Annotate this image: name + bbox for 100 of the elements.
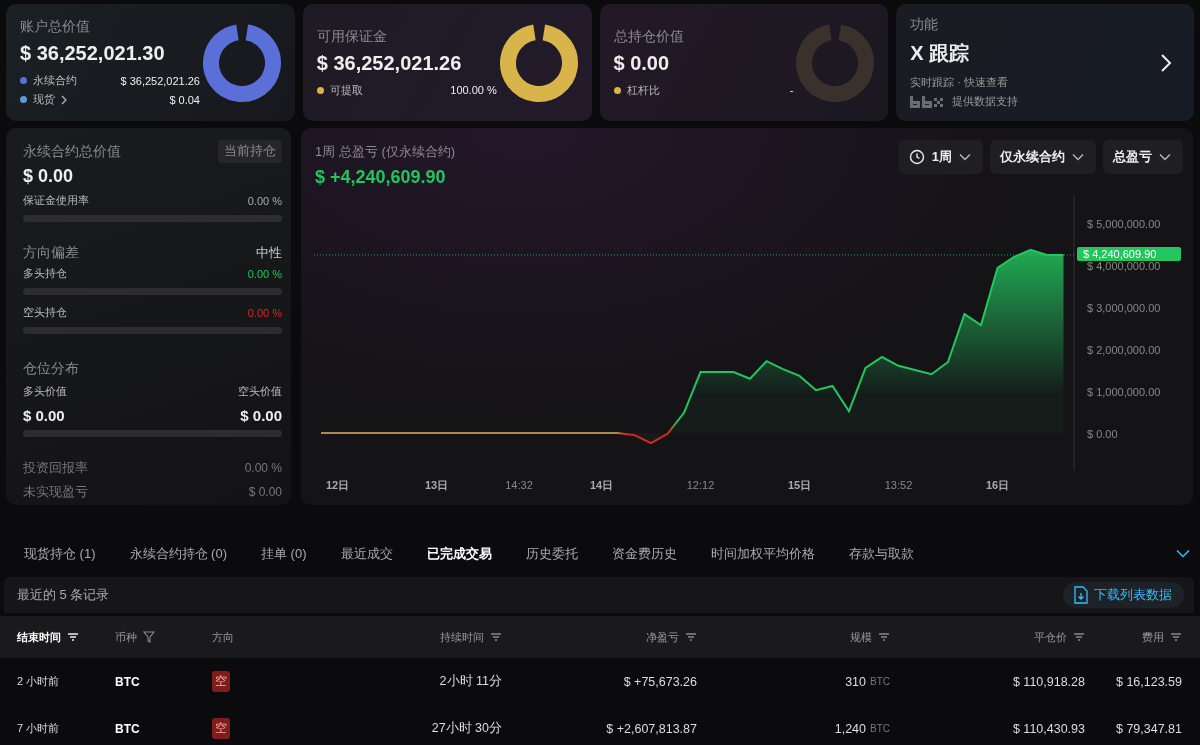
legend-label: 可提取 (329, 82, 363, 98)
bias-value: 中性 (256, 244, 282, 262)
table-cell-text: $ 16,123.59 (1114, 674, 1182, 689)
x-axis-label: 12:12 (686, 479, 715, 491)
tab[interactable]: 历史委托 (508, 544, 595, 563)
card-value: $ 36,252,021.30 (20, 42, 166, 65)
legend-label[interactable]: 现货 (33, 92, 55, 107)
column-header[interactable]: 平仓价 (1034, 629, 1067, 645)
caret-icon (1072, 153, 1084, 161)
column-header[interactable]: 净盈亏 (646, 629, 679, 645)
card-value: $ 36,252,021.26 (316, 51, 463, 75)
metric-label: 空头价值 (238, 384, 282, 399)
download-button[interactable]: 下载列表数据 (1063, 582, 1184, 608)
table-cell-text: BTC (115, 721, 141, 736)
x-axis-label: 15日 (787, 479, 812, 491)
table-cell-text: $ 110,918.28 (1011, 674, 1085, 689)
legend-value: - (789, 84, 794, 96)
table-cell-text: $ +2,607,813.87 (605, 721, 697, 736)
download-icon (1073, 586, 1089, 604)
column-header[interactable]: 规模 (850, 629, 872, 645)
feature-subtitle: 实时跟踪 · 快速查看 (910, 75, 1010, 90)
x-axis-label: 13日 (424, 479, 449, 491)
metric-value: $ 0.00 (248, 485, 282, 499)
table-cell: 1,240 (834, 721, 866, 736)
value-tag: $ 4,240,609.90 (1077, 246, 1181, 261)
column-header[interactable]: 结束时间 (17, 629, 61, 645)
metric-label: 多头持仓 (23, 266, 67, 281)
caret-icon (1159, 153, 1171, 161)
tab[interactable]: 永续合约持仓 (0) (112, 544, 244, 563)
filter-dropdown[interactable]: 1周 (898, 140, 983, 174)
metric-label: 保证金使用率 (23, 193, 89, 208)
caret-icon (959, 153, 971, 161)
x-axis-label: 12日 (325, 479, 350, 491)
y-axis-label: $ 1,000,000.00 (1087, 386, 1161, 398)
metric-value: 0.00 % (244, 461, 282, 475)
y-axis-label: $ 5,000,000.00 (1087, 218, 1161, 230)
filter-dropdown[interactable]: 总盈亏 (1103, 140, 1183, 174)
table-cell-text: $ 79,347.81 (1114, 721, 1182, 736)
x-axis-label: 13:52 (884, 479, 913, 491)
metric-reading: 0.00 % (247, 194, 282, 207)
column-header[interactable]: 费用 (1142, 629, 1164, 645)
tab[interactable]: 最近成交 (323, 544, 410, 563)
filter-dropdown[interactable]: 仅永续合约 (990, 140, 1096, 174)
table-cell-text: 2 小时前 (17, 674, 61, 689)
direction-tag: 空 (212, 718, 230, 739)
card-title: 账户总价值 (20, 18, 91, 36)
credit-text: 提供数据支持 (952, 94, 1019, 109)
table-cell-text: 27小时 30分 (430, 720, 502, 737)
legend-label: 永续合约 (33, 73, 77, 88)
y-axis-label: $ 4,000,000.00 (1087, 260, 1161, 272)
unit-label: BTC (870, 676, 890, 687)
tab[interactable]: 资金费历史 (594, 544, 694, 563)
column-header[interactable]: 持续时间 (440, 629, 484, 645)
unit-label: BTC (870, 723, 890, 734)
feature-card[interactable]: 功能 X 跟踪 实时跟踪 · 快速查看 提供数据支持 (896, 4, 1194, 121)
legend-value: 100.00 % (450, 84, 497, 96)
chevron-icon[interactable] (61, 94, 68, 105)
tab[interactable]: 现货持仓 (1) (7, 544, 113, 563)
section-title: 仓位分布 (23, 360, 80, 378)
panel-title: 永续合约总价值 (23, 142, 121, 161)
table-cell-text: BTC (115, 674, 141, 689)
long-value: $ 0.00 (23, 407, 65, 424)
table-cell-text: 7 小时前 (17, 721, 61, 736)
metric-label: 投资回报率 (23, 459, 88, 477)
column-header[interactable]: 方向 (212, 629, 234, 645)
table-cell-text: $ 110,430.93 (1011, 721, 1085, 736)
card-title: 可用保证金 (316, 27, 388, 46)
y-axis-label: $ 0.00 (1087, 428, 1118, 440)
metric-label: 多头价值 (23, 384, 67, 399)
x-axis-label: 14:32 (505, 479, 533, 491)
card-title: 功能 (910, 16, 940, 34)
legend-value: $ 0.04 (169, 93, 200, 106)
filter-icon[interactable] (143, 631, 155, 643)
card-value: $ 0.00 (613, 51, 671, 75)
tab[interactable]: 时间加权平均价格 (693, 544, 832, 563)
metric-reading: 0.00 % (247, 306, 282, 319)
x-axis-label: 14日 (589, 479, 614, 491)
metric-label: 空头持仓 (23, 305, 67, 320)
column-header[interactable]: 币种 (115, 629, 137, 645)
card-title: 总持仓价值 (613, 27, 685, 46)
table-cell-text: 2小时 11分 (438, 673, 502, 690)
tab[interactable]: 已完成交易 (409, 544, 509, 563)
y-axis-label: $ 3,000,000.00 (1087, 302, 1161, 314)
x-axis-label: 16日 (985, 479, 1010, 491)
perp-value: $ 0.00 (23, 166, 75, 187)
tab[interactable]: 存款与取款 (831, 544, 931, 563)
chart-title: 1周 总盈亏 (仅永续合约) (315, 143, 456, 161)
record-count: 最近的 5 条记录 (17, 586, 110, 604)
position-tag[interactable]: 当前持仓 (218, 140, 282, 163)
metric-label: 未实现盈亏 (23, 483, 88, 501)
table-cell: 310 (845, 674, 866, 689)
direction-tag: 空 (212, 671, 230, 692)
chevron-down-icon[interactable] (1176, 549, 1190, 558)
clock-icon (908, 149, 925, 165)
table-cell-text: $ +75,673.26 (622, 674, 697, 689)
metric-reading: 0.00 % (247, 267, 282, 280)
y-axis-label: $ 2,000,000.00 (1087, 344, 1161, 356)
pnl-value: $ +4,240,609.90 (315, 167, 447, 188)
ref-line-label: $ 4,240,609.90 (1083, 247, 1157, 260)
tab[interactable]: 挂单 (0) (244, 544, 324, 563)
